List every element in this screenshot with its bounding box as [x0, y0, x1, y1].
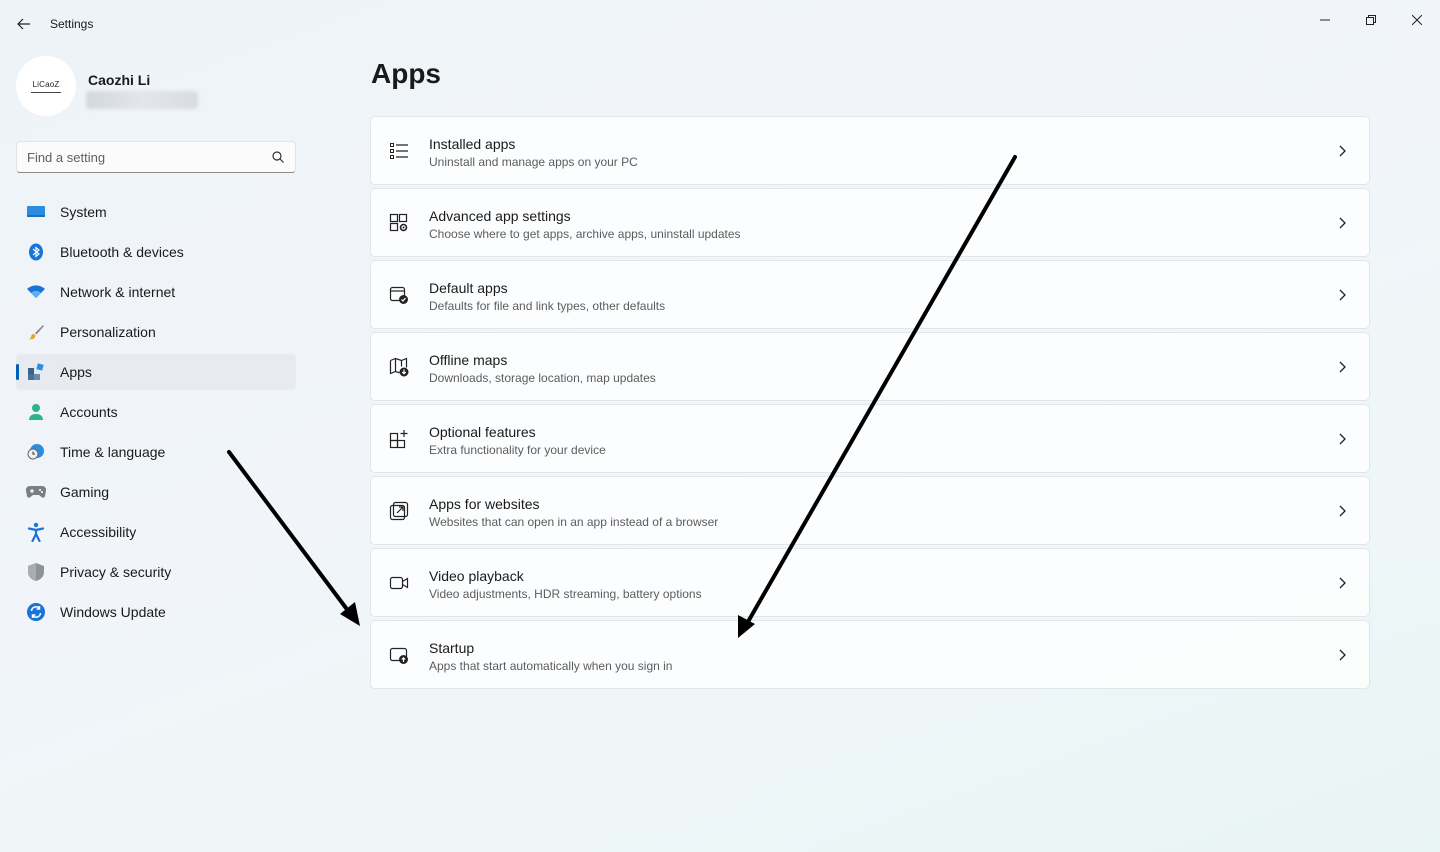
sidebar-item-label: Apps [60, 364, 92, 380]
maximize-button[interactable] [1348, 4, 1394, 36]
card-title: Apps for websites [429, 496, 540, 512]
annotation-arrowhead-left [340, 602, 360, 626]
minimize-button[interactable] [1302, 4, 1348, 36]
apps-icon [26, 363, 46, 381]
sidebar-item-system[interactable]: System [16, 194, 296, 230]
open-link-icon [389, 501, 409, 521]
sidebar-item-label: System [60, 204, 107, 220]
sidebar-item-label: Accounts [60, 404, 118, 420]
avatar-underline [31, 91, 61, 93]
shield-icon [26, 563, 46, 581]
map-icon [389, 357, 409, 377]
restore-icon [1366, 15, 1376, 25]
card-subtitle: Extra functionality for your device [429, 443, 606, 457]
sidebar-item-accessibility[interactable]: Accessibility [16, 514, 296, 550]
close-button[interactable] [1394, 4, 1440, 36]
bluetooth-icon [26, 243, 46, 261]
back-button[interactable] [10, 10, 38, 38]
sidebar-item-time-language[interactable]: Time & language [16, 434, 296, 470]
sidebar-item-label: Gaming [60, 484, 110, 500]
video-icon [389, 576, 409, 590]
minimize-icon [1320, 19, 1330, 21]
wifi-icon [26, 283, 46, 301]
card-subtitle: Downloads, storage location, map updates [429, 371, 656, 385]
brush-icon [26, 323, 46, 341]
avatar[interactable]: LiCaoZ [16, 56, 76, 116]
person-icon [26, 403, 46, 421]
chevron-right-icon [1339, 649, 1346, 661]
chevron-right-icon [1339, 433, 1346, 445]
card-subtitle: Uninstall and manage apps on your PC [429, 155, 638, 169]
sidebar-item-accounts[interactable]: Accounts [16, 394, 296, 430]
search-icon[interactable] [271, 150, 285, 164]
card-subtitle: Video adjustments, HDR streaming, batter… [429, 587, 702, 601]
card-subtitle: Choose where to get apps, archive apps, … [429, 227, 741, 241]
setting-card-installed-apps[interactable]: Installed apps Uninstall and manage apps… [370, 116, 1370, 185]
card-title: Advanced app settings [429, 208, 571, 224]
setting-card-default-apps[interactable]: Default apps Defaults for file and link … [370, 260, 1370, 329]
sidebar-item-label: Personalization [60, 324, 156, 340]
settings-list: Installed apps Uninstall and manage apps… [370, 116, 1370, 692]
list-icon [390, 143, 408, 159]
sidebar-item-personalization[interactable]: Personalization [16, 314, 296, 350]
sidebar-item-label: Privacy & security [60, 564, 172, 580]
sidebar-item-label: Accessibility [60, 524, 137, 540]
add-grid-icon [389, 430, 408, 449]
chevron-right-icon [1339, 505, 1346, 517]
chevron-right-icon [1339, 577, 1346, 589]
setting-card-offline-maps[interactable]: Offline maps Downloads, storage location… [370, 332, 1370, 401]
sidebar-item-bluetooth[interactable]: Bluetooth & devices [16, 234, 296, 270]
setting-card-apps-for-websites[interactable]: Apps for websites Websites that can open… [370, 476, 1370, 545]
sidebar-item-windows-update[interactable]: Windows Update [16, 594, 296, 630]
chevron-right-icon [1339, 361, 1346, 373]
card-subtitle: Websites that can open in an app instead… [429, 515, 719, 529]
user-name: Caozhi Li [88, 72, 151, 88]
card-title: Default apps [429, 280, 508, 296]
card-title: Optional features [429, 424, 536, 440]
window-title: Settings [50, 17, 94, 31]
search-box[interactable] [16, 141, 296, 173]
update-icon [26, 603, 46, 621]
card-title: Startup [429, 640, 475, 656]
search-input[interactable] [17, 142, 257, 172]
setting-card-optional-features[interactable]: Optional features Extra functionality fo… [370, 404, 1370, 473]
card-title: Installed apps [429, 136, 516, 152]
gamepad-icon [26, 483, 46, 501]
sidebar-item-label: Bluetooth & devices [60, 244, 184, 260]
sidebar-item-label: Windows Update [60, 604, 166, 620]
close-icon [1412, 15, 1422, 25]
default-apps-icon [389, 286, 408, 304]
setting-card-startup[interactable]: Startup Apps that start automatically wh… [370, 620, 1370, 689]
chevron-right-icon [1339, 289, 1346, 301]
user-email-blurred [86, 91, 198, 109]
setting-card-video-playback[interactable]: Video playback Video adjustments, HDR st… [370, 548, 1370, 617]
card-subtitle: Defaults for file and link types, other … [429, 299, 666, 313]
card-subtitle: Apps that start automatically when you s… [429, 659, 673, 673]
sidebar-item-network[interactable]: Network & internet [16, 274, 296, 310]
chevron-right-icon [1339, 217, 1346, 229]
sidebar-item-label: Time & language [60, 444, 166, 460]
card-title: Video playback [429, 568, 524, 584]
card-title: Offline maps [429, 352, 508, 368]
accessibility-icon [26, 522, 46, 542]
avatar-text: LiCaoZ [32, 79, 60, 89]
setting-card-advanced-app-settings[interactable]: Advanced app settings Choose where to ge… [370, 188, 1370, 257]
clock-globe-icon [26, 443, 46, 461]
app-settings-icon [389, 213, 408, 232]
system-icon [26, 203, 46, 221]
sidebar-item-label: Network & internet [60, 284, 176, 300]
sidebar-item-gaming[interactable]: Gaming [16, 474, 296, 510]
sidebar-item-privacy-security[interactable]: Privacy & security [16, 554, 296, 590]
title-bar: Settings [0, 0, 1440, 48]
back-arrow-icon [17, 18, 30, 30]
sidebar-nav: System Bluetooth & devices Network & int… [16, 194, 296, 634]
chevron-right-icon [1339, 145, 1346, 157]
sidebar-item-apps[interactable]: Apps [16, 354, 296, 390]
page-title: Apps [371, 58, 441, 89]
startup-icon [389, 647, 408, 664]
